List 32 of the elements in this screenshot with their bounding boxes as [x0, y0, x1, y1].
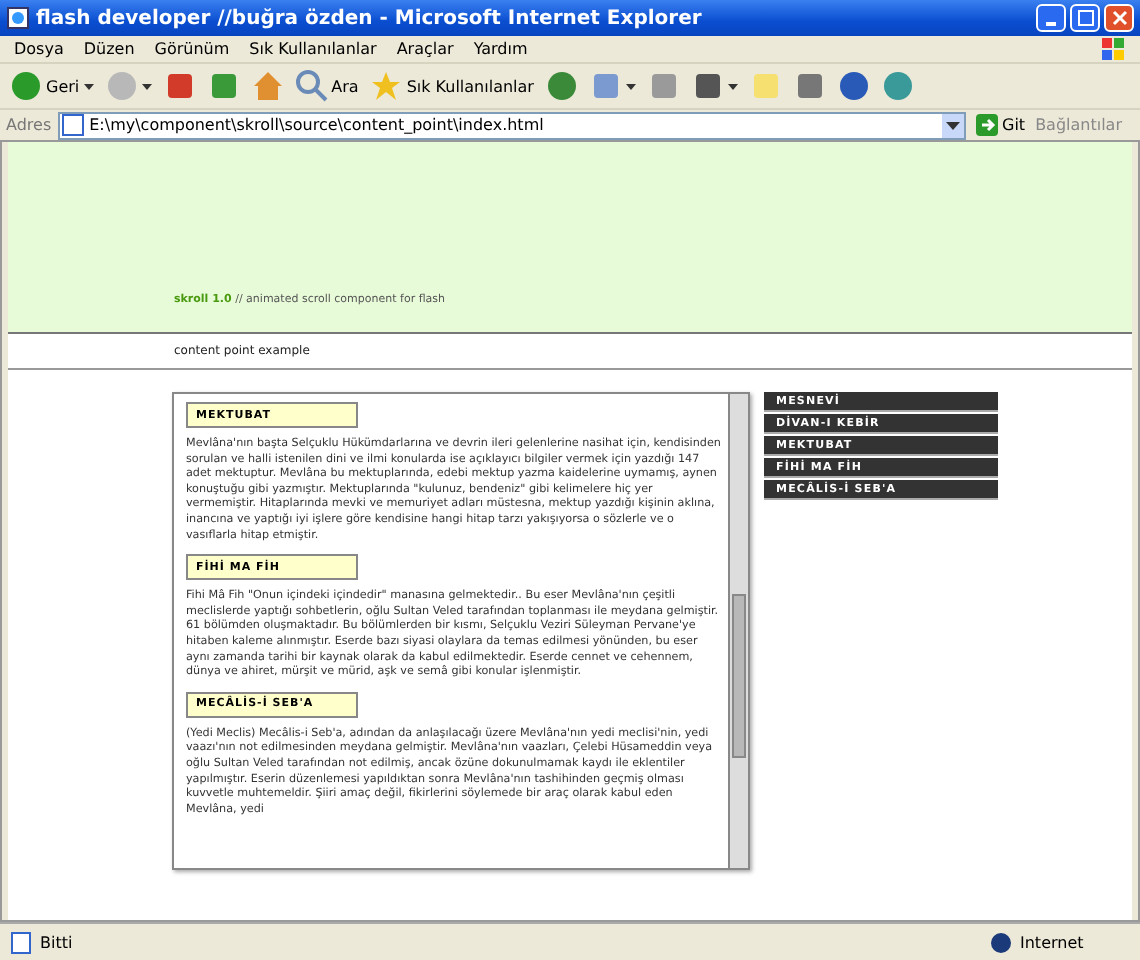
status-text: Bitti: [40, 933, 73, 951]
note-icon: [749, 70, 782, 102]
toolbar-button[interactable]: Sık Kullanılanlar: [366, 66, 538, 106]
maximize-button[interactable]: [1070, 4, 1100, 32]
close-button[interactable]: [1104, 4, 1134, 32]
menu-item[interactable]: Yardım: [473, 40, 528, 58]
page-icon: [6, 6, 30, 30]
caret-icon: [946, 121, 960, 129]
arrow-icon: [976, 114, 998, 136]
scroll-thumb[interactable]: [732, 594, 746, 758]
page-icon: [61, 114, 84, 136]
menu-item[interactable]: Araçlar: [396, 40, 454, 58]
maximize-icon: [1077, 10, 1093, 26]
home-icon: [251, 70, 284, 102]
window-title: flash developer //buğra özden - Microsoft Internet Explorer: [36, 7, 702, 29]
page-icon: [10, 931, 32, 953]
minimize-button[interactable]: [1036, 4, 1066, 32]
menu-item[interactable]: Görünüm: [154, 40, 230, 58]
menu-item[interactable]: Dosya: [14, 40, 64, 58]
zone-text: Internet: [1020, 933, 1084, 951]
close-icon: [1111, 10, 1127, 26]
toolbar-button[interactable]: Geri: [6, 66, 98, 106]
toolbar-button[interactable]: Ara: [291, 66, 363, 106]
go-button[interactable]: Git: [972, 114, 1030, 136]
windows-logo-icon: [1102, 37, 1126, 61]
menu-item[interactable]: Düzen: [83, 40, 135, 58]
search-icon: [295, 70, 328, 102]
address-label: Adres: [6, 116, 52, 134]
scrollbar[interactable]: [728, 394, 748, 868]
address-field[interactable]: E:\my\component\skroll\source\content_point\index.html: [57, 111, 966, 139]
menu-item[interactable]: Sık Kullanılanlar: [249, 40, 377, 58]
star-icon: [370, 70, 403, 102]
